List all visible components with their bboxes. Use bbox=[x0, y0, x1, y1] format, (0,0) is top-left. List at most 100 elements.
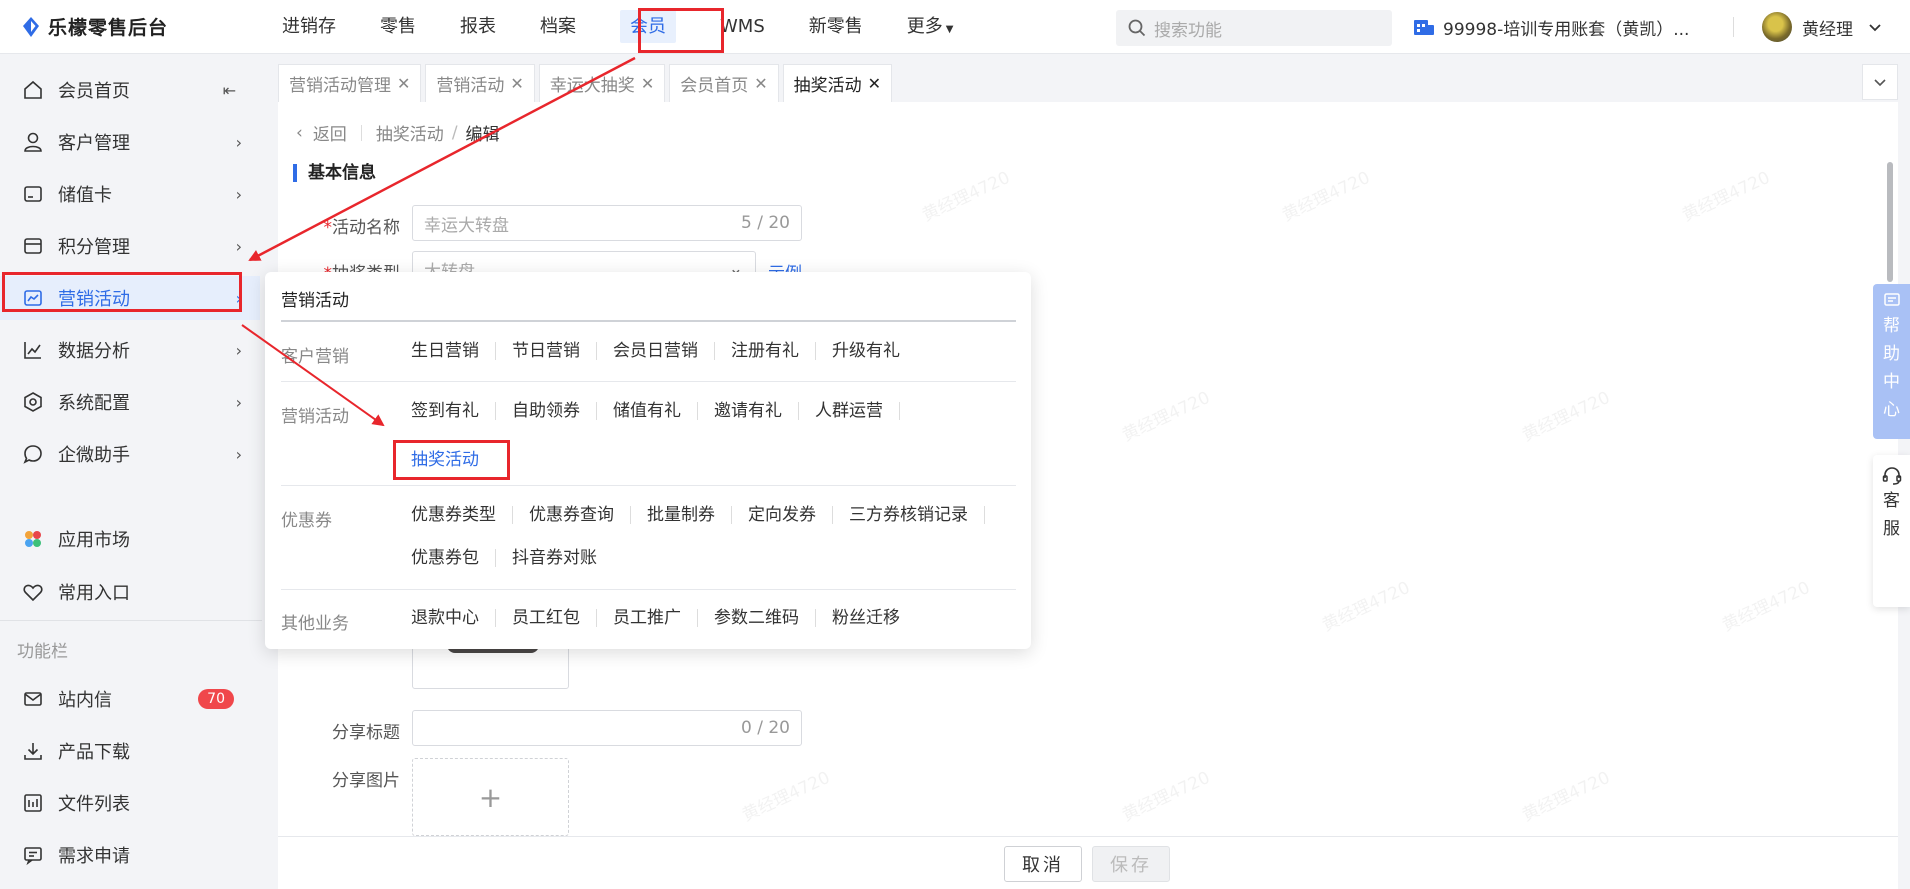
sidebar-divider bbox=[0, 620, 262, 621]
unread-badge: 70 bbox=[198, 689, 234, 709]
sidebar-item-messages[interactable]: 站内信 70 bbox=[0, 677, 260, 721]
sidebar-item-analytics[interactable]: 数据分析 › bbox=[0, 328, 260, 372]
sidebar-item-requests[interactable]: 需求申请 bbox=[0, 833, 260, 877]
sidebar-item-downloads[interactable]: 产品下载 bbox=[0, 729, 260, 773]
menu-item-crowd-ops[interactable]: 人群运营 bbox=[815, 402, 900, 420]
divider bbox=[281, 589, 1016, 590]
menu-item-douyin-reconcile[interactable]: 抖音券对账 bbox=[512, 549, 613, 567]
account-name: 99998-培训专用账套（黄凯）... bbox=[1443, 19, 1690, 40]
menu-item-third-party-redeem[interactable]: 三方券核销记录 bbox=[849, 506, 985, 524]
menu-item-fan-migration[interactable]: 粉丝迁移 bbox=[832, 609, 916, 627]
tab-marketing[interactable]: 营销活动 ✕ bbox=[425, 64, 535, 102]
chevron-right-icon: › bbox=[235, 132, 242, 152]
scrollbar-thumb[interactable] bbox=[1887, 162, 1893, 282]
tab-marketing-management[interactable]: 营销活动管理 ✕ bbox=[278, 64, 422, 102]
topnav-archive[interactable]: 档案 bbox=[518, 0, 598, 54]
share-title-label: 分享标题 bbox=[332, 723, 400, 743]
divider bbox=[281, 485, 1016, 486]
menu-item-recharge-gift[interactable]: 储值有礼 bbox=[613, 402, 698, 420]
topnav-inventory[interactable]: 进销存 bbox=[260, 0, 358, 54]
sidebar-item-label: 客户管理 bbox=[58, 133, 130, 154]
share-title-input[interactable]: 0 / 20 bbox=[412, 710, 802, 746]
annotation-box-marketing bbox=[2, 272, 242, 312]
close-icon[interactable]: ✕ bbox=[868, 74, 881, 93]
topnav-retail[interactable]: 零售 bbox=[358, 0, 438, 54]
close-icon[interactable]: ✕ bbox=[510, 74, 523, 93]
breadcrumb-parent[interactable]: 抽奖活动 bbox=[376, 120, 444, 145]
menu-item-holiday[interactable]: 节日营销 bbox=[512, 342, 597, 360]
watermark: 黄经理4720 bbox=[739, 767, 834, 826]
search-input[interactable]: 搜索功能 bbox=[1116, 10, 1392, 46]
watermark: 黄经理4720 bbox=[1319, 577, 1414, 636]
sidebar-item-stored-card[interactable]: 储值卡 › bbox=[0, 172, 260, 216]
tab-lottery[interactable]: 抽奖活动 ✕ bbox=[782, 64, 893, 102]
menu-item-staff-redpacket[interactable]: 员工红包 bbox=[512, 609, 597, 627]
cancel-button[interactable]: 取消 bbox=[1004, 846, 1082, 882]
sidebar-item-favorites[interactable]: 常用入口 bbox=[0, 570, 260, 614]
sidebar-item-points[interactable]: 积分管理 › bbox=[0, 224, 260, 268]
section-title: 基本信息 bbox=[293, 164, 376, 182]
sidebar-item-member-home[interactable]: 会员首页 ⇤ bbox=[0, 68, 260, 112]
tab-lucky-draw[interactable]: 幸运大抽奖 ✕ bbox=[538, 64, 666, 102]
topnav-reports[interactable]: 报表 bbox=[438, 0, 518, 54]
sidebar-item-wecom-assistant[interactable]: 企微助手 › bbox=[0, 432, 260, 476]
customer-service-button[interactable]: 客 服 bbox=[1873, 455, 1910, 607]
home-icon bbox=[22, 79, 44, 101]
watermark: 黄经理4720 bbox=[1119, 767, 1214, 826]
menu-item-member-day[interactable]: 会员日营销 bbox=[613, 342, 715, 360]
watermark: 黄经理4720 bbox=[1119, 387, 1214, 446]
divider bbox=[281, 320, 1016, 322]
chevron-right-icon: › bbox=[235, 184, 242, 204]
sidebar-item-app-market[interactable]: 应用市场 bbox=[0, 517, 260, 561]
sidebar-item-customer[interactable]: 客户管理 › bbox=[0, 120, 260, 164]
topnav-more[interactable]: 更多 ▼ bbox=[885, 0, 976, 54]
sidebar-item-file-list[interactable]: 文件列表 bbox=[0, 781, 260, 825]
menu-item-self-coupon[interactable]: 自助领券 bbox=[512, 402, 597, 420]
menu-item-invite-gift[interactable]: 邀请有礼 bbox=[714, 402, 799, 420]
save-button[interactable]: 保存 bbox=[1092, 846, 1170, 882]
action-bar: 取消 保存 bbox=[278, 836, 1898, 889]
flyout-row-coupon: 优惠券类型 优惠券查询 批量制券 定向发券 三方券核销记录 bbox=[411, 506, 1001, 524]
menu-item-staff-promotion[interactable]: 员工推广 bbox=[613, 609, 698, 627]
sidebar-item-label: 积分管理 bbox=[58, 237, 130, 258]
close-icon[interactable]: ✕ bbox=[641, 74, 654, 93]
menu-item-checkin[interactable]: 签到有礼 bbox=[411, 402, 496, 420]
user-menu[interactable]: 黄经理 bbox=[1762, 0, 1883, 54]
sidebar-item-label: 企微助手 bbox=[58, 445, 130, 466]
sidebar-item-system-config[interactable]: 系统配置 › bbox=[0, 380, 260, 424]
close-icon[interactable]: ✕ bbox=[397, 74, 410, 93]
help-center-button[interactable]: 帮 助 中 心 bbox=[1873, 284, 1910, 439]
menu-item-batch-coupon[interactable]: 批量制券 bbox=[647, 506, 732, 524]
menu-item-upgrade-gift[interactable]: 升级有礼 bbox=[832, 342, 916, 360]
flyout-title: 营销活动 bbox=[281, 291, 349, 311]
headset-icon bbox=[1882, 467, 1901, 485]
tab-bar: 营销活动管理 ✕ 营销活动 ✕ 幸运大抽奖 ✕ 会员首页 ✕ 抽奖活动 ✕ bbox=[278, 64, 896, 102]
chevron-right-icon: › bbox=[235, 392, 242, 412]
topnav-new-retail[interactable]: 新零售 bbox=[787, 0, 885, 54]
app-logo[interactable]: 乐檬零售后台 bbox=[0, 13, 240, 40]
collapse-sidebar-icon[interactable]: ⇤ bbox=[223, 81, 236, 100]
chevron-left-icon: ‹ bbox=[296, 122, 303, 143]
menu-item-param-qrcode[interactable]: 参数二维码 bbox=[714, 609, 816, 627]
sidebar-section-label: 功能栏 bbox=[17, 642, 68, 662]
search-icon bbox=[1128, 19, 1146, 37]
menu-item-birthday[interactable]: 生日营销 bbox=[411, 342, 496, 360]
menu-item-coupon-pack[interactable]: 优惠券包 bbox=[411, 549, 496, 567]
tab-list-dropdown[interactable] bbox=[1862, 64, 1898, 100]
menu-item-register-gift[interactable]: 注册有礼 bbox=[731, 342, 816, 360]
tab-member-home[interactable]: 会员首页 ✕ bbox=[669, 64, 779, 102]
watermark: 黄经理4720 bbox=[1719, 577, 1814, 636]
share-image-upload[interactable]: + bbox=[412, 758, 569, 836]
menu-item-targeted-coupon[interactable]: 定向发券 bbox=[748, 506, 833, 524]
back-link[interactable]: 返回 bbox=[313, 120, 347, 145]
menu-item-coupon-type[interactable]: 优惠券类型 bbox=[411, 506, 513, 524]
activity-name-input[interactable]: 幸运大转盘 5 / 20 bbox=[412, 205, 802, 241]
menu-item-refund-center[interactable]: 退款中心 bbox=[411, 609, 496, 627]
sidebar-item-label: 常用入口 bbox=[58, 583, 130, 604]
close-icon[interactable]: ✕ bbox=[754, 74, 767, 93]
flyout-row-coupon-2: 优惠券包 抖音券对账 bbox=[411, 549, 629, 567]
account-selector[interactable]: 99998-培训专用账套（黄凯）... bbox=[1413, 0, 1689, 54]
char-counter: 5 / 20 bbox=[741, 213, 790, 233]
sidebar-item-label: 应用市场 bbox=[58, 530, 130, 551]
menu-item-coupon-query[interactable]: 优惠券查询 bbox=[529, 506, 631, 524]
